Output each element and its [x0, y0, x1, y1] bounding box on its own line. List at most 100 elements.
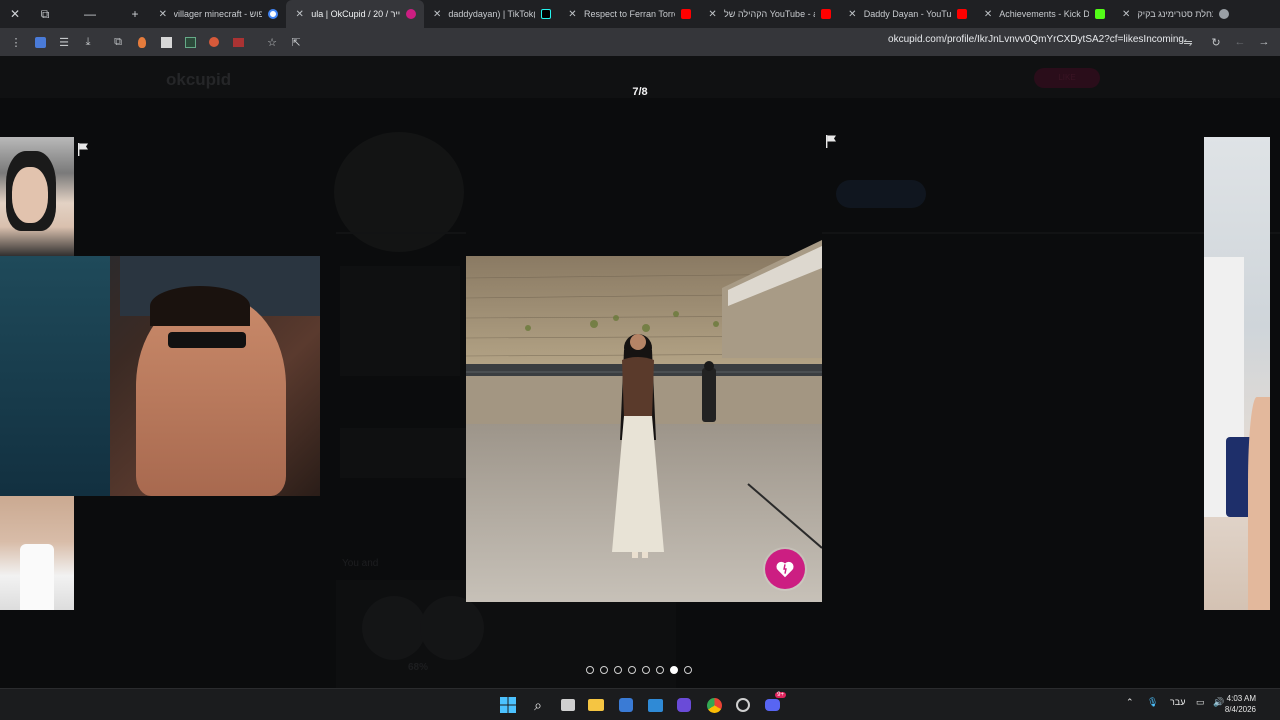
- microphone-icon[interactable]: 🎙: [1147, 697, 1158, 708]
- playlist-icon[interactable]: ☰: [52, 28, 76, 56]
- clock-date: 8/4/2026: [1224, 705, 1256, 714]
- tab-villager-minecraft[interactable]: ✕ villager minecraft - כב חיפוש: [150, 0, 286, 28]
- pagination-dot[interactable]: [642, 666, 650, 674]
- profile-page: okcupid LIKE You and 68% 7/8: [0, 56, 1280, 688]
- bookmark-star-icon[interactable]: ☆: [260, 28, 284, 56]
- extension-fire-icon[interactable]: [130, 28, 154, 56]
- previous-photo-top[interactable]: [0, 137, 74, 257]
- share-icon[interactable]: ⇱: [284, 28, 308, 56]
- tab-strip: ✕ ⧉ — + ✕ villager minecraft - כב חיפוש …: [0, 0, 1280, 28]
- app-icon[interactable]: [674, 695, 694, 715]
- youtube-icon: [957, 9, 967, 19]
- kick-icon: [1095, 9, 1105, 19]
- youtube-icon: [821, 9, 831, 19]
- photo-top: [20, 544, 54, 610]
- tab-okcupid[interactable]: ✕ ula | OkCupid / 20 / אייר: [286, 0, 424, 28]
- pagination-dot[interactable]: [628, 666, 636, 674]
- okcupid-icon: [406, 9, 416, 19]
- heart-icon: [776, 561, 794, 578]
- task-view-icon[interactable]: [558, 695, 578, 715]
- ghost-message: [340, 428, 470, 478]
- previous-photo-bottom[interactable]: [0, 496, 74, 610]
- photo-face: [12, 167, 48, 223]
- ghost-section-title: You and: [342, 558, 379, 569]
- extension-translate-icon[interactable]: [28, 28, 52, 56]
- tab-youtube-community[interactable]: ✕ הקהילה של YouTube - an: [699, 0, 839, 28]
- photo-counter: 7/8: [632, 86, 648, 98]
- google-icon: [268, 9, 278, 19]
- report-flag-icon[interactable]: [76, 142, 90, 156]
- network-icon[interactable]: ▭: [1196, 697, 1205, 708]
- chrome-icon[interactable]: [704, 695, 724, 715]
- system-clock[interactable]: 4:03 AM 8/4/2026: [1225, 693, 1256, 715]
- like-button[interactable]: [765, 549, 805, 589]
- new-tab-icon[interactable]: +: [120, 0, 150, 28]
- back-icon[interactable]: →: [1252, 28, 1276, 56]
- windows-taskbar: ⌕ 9+ ⌃ 🎙 עבר ▭ 🔊 4:03 AM 8/4/2026: [0, 688, 1280, 720]
- tab-close-icon[interactable]: ✕: [1121, 9, 1131, 20]
- extension-red-icon[interactable]: [226, 28, 250, 56]
- pagination-dot[interactable]: [656, 666, 664, 674]
- pagination-dot[interactable]: [600, 666, 608, 674]
- tab-close-icon[interactable]: ✕: [847, 9, 858, 20]
- photo-person: [136, 296, 286, 496]
- tab-close-icon[interactable]: ✕: [983, 9, 993, 20]
- tab-close-icon[interactable]: ✕: [432, 9, 442, 20]
- extension-grid-icon[interactable]: [154, 28, 178, 56]
- extension-orange-icon[interactable]: [202, 28, 226, 56]
- tab-tiktok[interactable]: ✕ daddydayan) | TikTok(65): [424, 0, 559, 28]
- volume-icon[interactable]: 🔊: [1213, 697, 1224, 708]
- menu-icon[interactable]: ⋮: [4, 28, 28, 56]
- western-wall-photo: [466, 128, 822, 602]
- main-photo[interactable]: [466, 128, 822, 602]
- app-circle-icon[interactable]: [733, 695, 753, 715]
- window-restore-icon[interactable]: ⧉: [30, 0, 60, 28]
- photo-sunglasses: [168, 332, 246, 348]
- pagination-dot-active[interactable]: [670, 666, 678, 674]
- language-indicator[interactable]: עבר: [1170, 697, 1185, 707]
- tab-ferran-torres[interactable]: ✕ Respect to Ferran Torres: [559, 0, 699, 28]
- notification-badge: 9+: [775, 692, 786, 698]
- previous-photo-main[interactable]: [0, 256, 320, 496]
- window-close-icon[interactable]: ✕: [0, 0, 30, 28]
- file-explorer-icon[interactable]: [586, 695, 606, 715]
- tab-daddy-dayan[interactable]: ✕ Daddy Dayan - YouTube: [839, 0, 975, 28]
- ghost-avatar-small: [420, 596, 484, 660]
- tab-close-icon[interactable]: ✕: [567, 9, 578, 20]
- tab-close-icon[interactable]: ✕: [158, 9, 168, 20]
- youtube-icon: [681, 9, 691, 19]
- forward-icon[interactable]: ←: [1228, 28, 1252, 56]
- reload-icon[interactable]: ↻: [1204, 28, 1228, 56]
- extensions-icon[interactable]: ⧉: [106, 28, 130, 56]
- ghost-details: [340, 266, 460, 376]
- tab-kick-achievements[interactable]: ✕ Achievements - Kick Dash: [975, 0, 1113, 28]
- discord-icon[interactable]: 9+: [762, 692, 786, 715]
- tiktok-icon: [541, 9, 551, 19]
- download-icon[interactable]: ⤓: [76, 28, 100, 56]
- next-photo[interactable]: [1204, 137, 1270, 610]
- photos-icon[interactable]: [645, 695, 665, 715]
- pagination-dot[interactable]: [586, 666, 594, 674]
- tab-kick-streaming[interactable]: ✕ התחלת סטרימינג בקיק: [1113, 0, 1237, 28]
- ghost-match-percent: 68%: [408, 662, 429, 673]
- window-minimize-icon[interactable]: —: [60, 0, 120, 28]
- tray-chevron-icon[interactable]: ⌃: [1126, 697, 1134, 708]
- extension-dark-icon[interactable]: [178, 28, 202, 56]
- store-icon[interactable]: [616, 695, 636, 715]
- browser-toolbar: ⋮ ☰ ⤓ ⧉ ☆ ⇱ okcupid.com/profile/IkrJnLvn…: [0, 28, 1280, 56]
- report-flag-icon[interactable]: [824, 134, 838, 148]
- pagination-dot[interactable]: [684, 666, 692, 674]
- windows-start-icon[interactable]: [498, 695, 518, 715]
- address-bar[interactable]: okcupid.com/profile/IkrJnLvnvv0QmYrCXDyt…: [888, 34, 1184, 45]
- photo-arm: [1248, 397, 1270, 610]
- ghost-avatar: [334, 132, 464, 252]
- search-icon[interactable]: ⌕: [528, 695, 548, 715]
- tab-close-icon[interactable]: ✕: [707, 9, 718, 20]
- pagination-dot[interactable]: [614, 666, 622, 674]
- photo-hair: [150, 286, 250, 326]
- globe-icon: [1219, 9, 1229, 19]
- tab-close-icon[interactable]: ✕: [294, 9, 305, 20]
- photo-pagination: [586, 666, 692, 674]
- clock-time: 4:03 AM: [1226, 694, 1256, 703]
- site-settings-icon[interactable]: ⇋: [1176, 28, 1200, 56]
